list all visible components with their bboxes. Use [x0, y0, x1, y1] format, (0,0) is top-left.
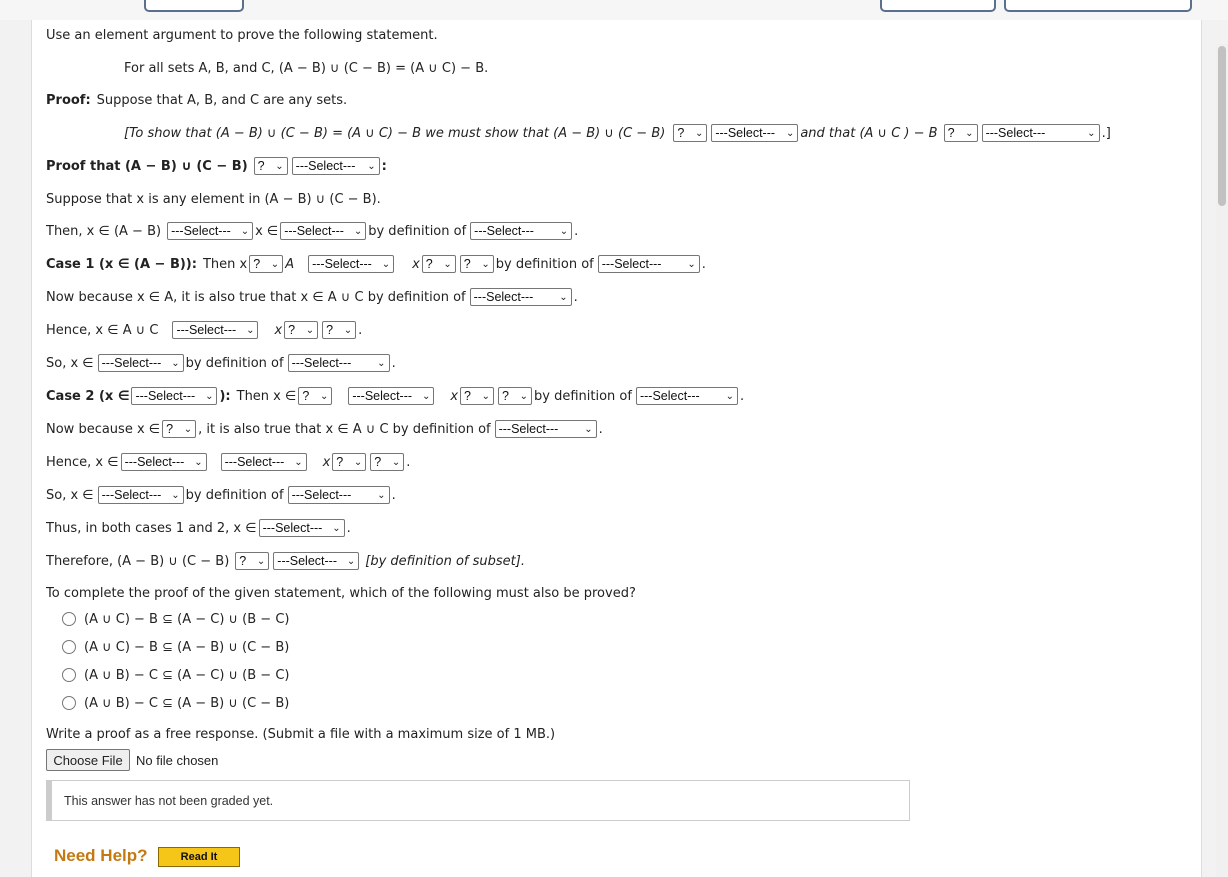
set-select-14[interactable]: ---Select--- ⌄: [97, 486, 184, 504]
relation-select-9[interactable]: ? ⌄: [235, 552, 270, 570]
top-toolbar: [0, 0, 1228, 20]
connector-select-1[interactable]: ---Select--- ⌄: [167, 222, 254, 240]
set-select-9[interactable]: ? ⌄: [298, 387, 333, 405]
so-x-2-line: So, x ∈ ---Select--- ⌄ by definition of -…: [46, 486, 396, 504]
definition-select-5[interactable]: ---Select--- ⌄: [635, 387, 738, 405]
definition-select-4[interactable]: ---Select--- ⌄: [287, 354, 390, 372]
relation-select-3[interactable]: ? ⌄: [253, 157, 288, 175]
relation-select-8[interactable]: ? ⌄: [332, 453, 367, 471]
set-select-8[interactable]: ---Select--- ⌄: [131, 387, 218, 405]
relation-select-7[interactable]: ? ⌄: [460, 387, 495, 405]
relation-select-1[interactable]: ? ⌄: [673, 124, 708, 142]
relation-select-2[interactable]: ? ⌄: [943, 124, 978, 142]
option-label-4: (A ∪ B) − C ⊆ (A − B) ∪ (C − B): [84, 695, 290, 711]
free-response-instruction: Write a proof as a free response. (Submi…: [46, 726, 556, 742]
choose-file-button[interactable]: Choose File: [46, 749, 130, 771]
set-select-13[interactable]: ? ⌄: [370, 453, 405, 471]
set-select-6[interactable]: ? ⌄: [322, 321, 357, 339]
to-show-line: [To show that (A − B) ∪ (C − B) = (A ∪ C…: [124, 124, 1111, 142]
set-select-7[interactable]: ---Select--- ⌄: [97, 354, 184, 372]
relation-select-4[interactable]: ? ⌄: [249, 255, 284, 273]
scrollbar[interactable]: [1216, 44, 1228, 877]
case2-line: Case 2 (x ∈ ---Select--- ⌄ ): Then x ∈ ? ⌄…: [46, 387, 745, 405]
option-label-1: (A ∪ C) − B ⊆ (A − C) ∪ (B − C): [84, 611, 290, 627]
top-button-middle[interactable]: [880, 0, 996, 12]
set-select-5[interactable]: ? ⌄: [459, 255, 494, 273]
set-select-3[interactable]: ---Select--- ⌄: [291, 157, 380, 175]
no-file-label: No file chosen: [136, 752, 219, 768]
set-select-12[interactable]: ---Select--- ⌄: [120, 453, 207, 471]
read-it-button[interactable]: Read It: [158, 847, 240, 867]
definition-select-3[interactable]: ---Select--- ⌄: [469, 288, 572, 306]
definition-select-1[interactable]: ---Select--- ⌄: [470, 222, 573, 240]
hence-2-line: Hence, x ∈ ---Select--- ⌄ ---Select--- ⌄ x…: [46, 453, 411, 471]
grading-status-box: This answer has not been graded yet.: [46, 780, 910, 821]
connector-select-2[interactable]: ---Select--- ⌄: [308, 255, 395, 273]
option-label-3: (A ∪ B) − C ⊆ (A − C) ∪ (B − C): [84, 667, 290, 683]
now-because-2-line: Now because x ∈ ? ⌄ , it is also true tha…: [46, 420, 603, 438]
definition-select-7[interactable]: ---Select--- ⌄: [287, 486, 390, 504]
option-label-2: (A ∪ C) − B ⊆ (A − B) ∪ (C − B): [84, 639, 290, 655]
top-button-left[interactable]: [144, 0, 244, 12]
set-select-11[interactable]: ? ⌄: [162, 420, 197, 438]
definition-select-2[interactable]: ---Select--- ⌄: [597, 255, 700, 273]
connector-select-3[interactable]: ---Select--- ⌄: [172, 321, 259, 339]
proof-intro: Proof: Suppose that A, B, and C are any s…: [46, 92, 348, 108]
followup-question: To complete the proof of the given state…: [46, 585, 636, 601]
set-select-2[interactable]: ---Select--- ⌄: [981, 124, 1100, 142]
definition-select-6[interactable]: ---Select--- ⌄: [494, 420, 597, 438]
option-radio-2[interactable]: [62, 640, 76, 654]
option-radio-4[interactable]: [62, 696, 76, 710]
relation-select-6[interactable]: ? ⌄: [284, 321, 319, 339]
option-radio-3[interactable]: [62, 668, 76, 682]
grading-status-text: This answer has not been graded yet.: [64, 794, 274, 808]
set-select-10[interactable]: ? ⌄: [498, 387, 533, 405]
then-x-line: Then, x ∈ (A − B) ---Select--- ⌄ x ∈ ---S…: [46, 222, 579, 240]
set-select-15[interactable]: ---Select--- ⌄: [258, 519, 345, 537]
set-select-16[interactable]: ---Select--- ⌄: [273, 552, 360, 570]
connector-select-5[interactable]: ---Select--- ⌄: [220, 453, 307, 471]
proof-that-line: Proof that (A − B) ∪ (C − B) ? ⌄ ---Selec…: [46, 157, 387, 175]
set-select-1[interactable]: ---Select--- ⌄: [711, 124, 799, 142]
relation-select-5[interactable]: ? ⌄: [421, 255, 456, 273]
need-help-label: Need Help?: [54, 846, 148, 865]
top-button-right[interactable]: [1004, 0, 1192, 12]
case1-line: Case 1 (x ∈ (A − B)): Then x ? ⌄ A ---Sel…: [46, 255, 706, 273]
now-because-1-line: Now because x ∈ A, it is also true that …: [46, 288, 578, 306]
thus-line: Thus, in both cases 1 and 2, x ∈ ---Sele…: [46, 519, 351, 537]
set-select-4[interactable]: ---Select--- ⌄: [280, 222, 367, 240]
connector-select-4[interactable]: ---Select--- ⌄: [348, 387, 435, 405]
hence-1-line: Hence, x ∈ A ∪ C ---Select--- ⌄ x ? ⌄ ? ⌄ .: [46, 321, 363, 339]
suppose-x-line: Suppose that x is any element in (A − B)…: [46, 191, 381, 207]
statement-text: For all sets A, B, and C, (A − B) ∪ (C −…: [124, 60, 489, 76]
therefore-line: Therefore, (A − B) ∪ (C − B) ? ⌄ ---Selec…: [46, 552, 525, 570]
option-radio-1[interactable]: [62, 612, 76, 626]
scrollbar-thumb[interactable]: [1218, 46, 1226, 206]
intro-text: Use an element argument to prove the fol…: [46, 27, 438, 43]
so-x-1-line: So, x ∈ ---Select--- ⌄ by definition of -…: [46, 354, 396, 372]
